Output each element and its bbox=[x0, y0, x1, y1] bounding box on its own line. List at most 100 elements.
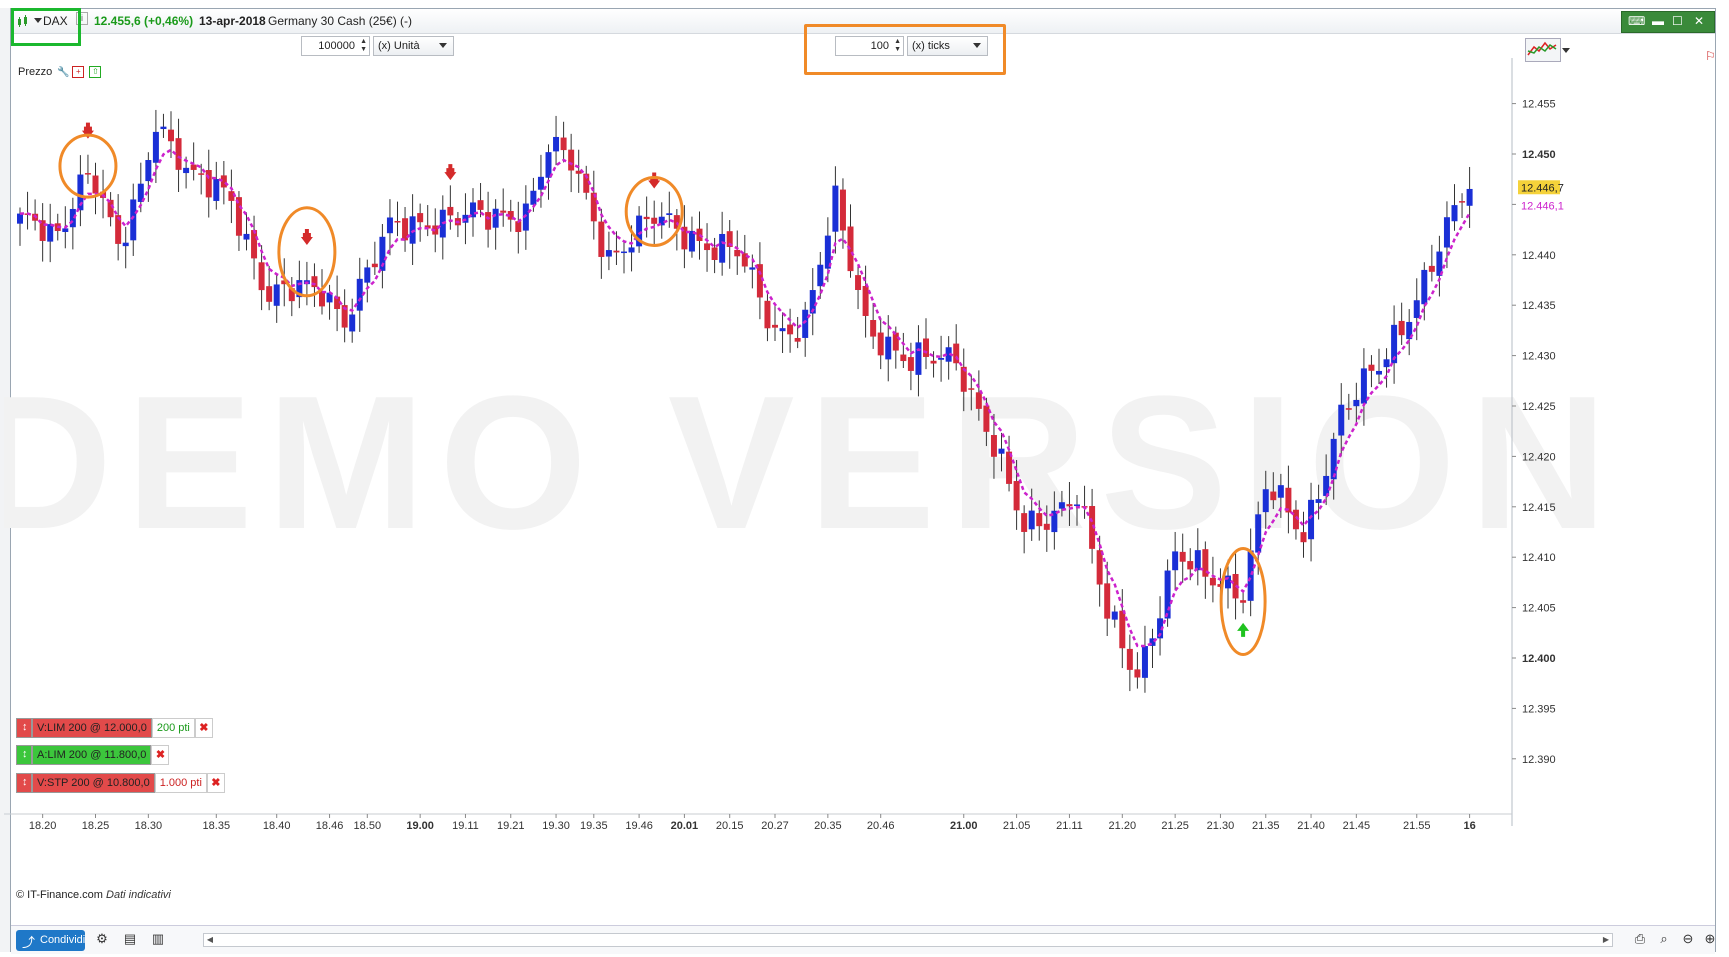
candle-body bbox=[1247, 550, 1254, 601]
chevron-down-icon bbox=[439, 43, 447, 48]
order-label[interactable]: V:LIM 200 @ 12.000,0 bbox=[32, 718, 152, 738]
x-tick-label: 20.35 bbox=[814, 820, 842, 832]
candle-body bbox=[251, 230, 258, 259]
x-tick-label: 21.25 bbox=[1161, 820, 1189, 832]
candle-body bbox=[386, 217, 393, 234]
y-tick-label: 12.405 bbox=[1522, 603, 1556, 615]
cancel-order-icon[interactable]: ✖ bbox=[206, 773, 225, 793]
candle-body bbox=[598, 221, 605, 257]
candle-body bbox=[907, 357, 914, 371]
price-chart[interactable]: DEMO VERSION 12.45512.45012.44512.44012.… bbox=[4, 58, 1702, 914]
sell-signal-arrow bbox=[648, 172, 661, 189]
candle-body bbox=[447, 206, 454, 216]
candle-body bbox=[983, 405, 990, 432]
candle-body bbox=[1308, 499, 1315, 540]
chevron-down-icon[interactable] bbox=[1562, 48, 1570, 53]
candle-body bbox=[1240, 600, 1247, 603]
close-icon[interactable]: ✕ bbox=[1694, 14, 1704, 28]
sell-signal-arrow bbox=[444, 164, 457, 181]
y-tick-label: 12.435 bbox=[1522, 300, 1556, 312]
keyboard-icon[interactable]: ⌨ bbox=[1628, 14, 1645, 28]
x-tick-label: 16 bbox=[1463, 820, 1475, 832]
order-label[interactable]: A:LIM 200 @ 11.800,0 bbox=[32, 745, 152, 765]
chart-style-icon[interactable]: ▥ bbox=[149, 931, 167, 949]
candle-body bbox=[537, 176, 544, 190]
candle-body bbox=[1338, 404, 1345, 436]
cancel-order-icon[interactable]: ✖ bbox=[194, 718, 213, 738]
candle-body bbox=[1126, 648, 1133, 670]
calculator-icon[interactable]: ▤ bbox=[121, 931, 139, 949]
candle-body bbox=[1398, 320, 1405, 336]
scroll-right-icon[interactable]: ▶ bbox=[1600, 934, 1612, 946]
candle-body bbox=[1360, 368, 1367, 404]
zoom-out-icon[interactable]: ⊖ bbox=[1679, 931, 1697, 949]
stepper-arrows-icon[interactable]: ▲ ▼ bbox=[360, 38, 367, 54]
y-tick-label: 12.390 bbox=[1522, 754, 1556, 766]
candle-body bbox=[779, 328, 786, 332]
drag-handle-icon[interactable]: ↕ bbox=[16, 718, 32, 738]
bottom-toolbar: ⤴ Condividi ⚙ ▤ ▥ ◀ ▶ ⎙ ⌕ ⊖ ⊕ bbox=[11, 925, 1715, 954]
candle-body bbox=[794, 337, 801, 342]
candle-body bbox=[1179, 551, 1186, 562]
wrench-icon[interactable]: 🔧 bbox=[57, 67, 69, 78]
x-tick-label: 18.46 bbox=[316, 820, 344, 832]
candle-body bbox=[84, 173, 91, 175]
expand-panel-icon[interactable]: ⇧ bbox=[89, 66, 102, 79]
x-tick-label: 21.05 bbox=[1003, 820, 1031, 832]
candle-body bbox=[1315, 499, 1322, 503]
candle-body bbox=[530, 190, 537, 205]
zoom-in-icon[interactable]: ⊕ bbox=[1701, 931, 1719, 949]
price-change: 12.455,6 (+0,46%) bbox=[94, 14, 194, 28]
share-button[interactable]: ⤴ Condividi bbox=[16, 930, 85, 951]
units-dropdown[interactable]: (x) Unità bbox=[373, 36, 454, 56]
x-tick-label: 21.20 bbox=[1109, 820, 1137, 832]
candle-body bbox=[160, 126, 167, 130]
y-tick-label: 12.450 bbox=[1522, 149, 1556, 161]
candle-body bbox=[1270, 491, 1277, 501]
units-stepper[interactable]: 100000 ▲ ▼ bbox=[301, 36, 370, 56]
add-indicator-icon[interactable]: + bbox=[72, 66, 85, 79]
candle-body bbox=[1134, 669, 1141, 678]
drag-handle-icon[interactable]: ↕ bbox=[16, 773, 32, 793]
candle-body bbox=[1043, 523, 1050, 530]
units-value: 100000 bbox=[318, 40, 355, 52]
horizontal-scrollbar[interactable]: ◀ ▶ bbox=[203, 933, 1613, 947]
settings-icon[interactable]: ⚙ bbox=[93, 931, 111, 949]
candle-body bbox=[1021, 513, 1028, 532]
candle-body bbox=[477, 200, 484, 210]
y-tick-label: 12.430 bbox=[1522, 351, 1556, 363]
maximize-icon[interactable]: ☐ bbox=[1672, 14, 1683, 28]
footer-note: © IT-Finance.com Dati indicativi bbox=[16, 889, 171, 901]
x-tick-label: 18.20 bbox=[29, 820, 57, 832]
candle-body bbox=[990, 435, 997, 457]
candle-body bbox=[1330, 438, 1337, 480]
flag-icon[interactable]: ⚐ bbox=[1705, 49, 1716, 63]
candle-body bbox=[930, 360, 937, 364]
scroll-left-icon[interactable]: ◀ bbox=[204, 934, 216, 946]
candle-body bbox=[273, 284, 280, 306]
window-controls: ⌨ ▬ ☐ ✕ bbox=[1621, 11, 1715, 33]
candle-body bbox=[364, 267, 371, 283]
candle-body bbox=[183, 167, 190, 174]
candle-body bbox=[1104, 583, 1111, 619]
candle-body bbox=[1323, 475, 1330, 496]
y-tick-label: 12.440 bbox=[1522, 250, 1556, 262]
screenshot-icon[interactable]: ⎙ bbox=[1631, 931, 1649, 949]
cancel-order-icon[interactable]: ✖ bbox=[151, 745, 170, 765]
x-tick-label: 21.11 bbox=[1056, 820, 1083, 832]
candle-body bbox=[915, 342, 922, 375]
candle-body bbox=[1383, 359, 1390, 368]
candle-body bbox=[17, 213, 23, 224]
order-label[interactable]: V:STP 200 @ 10.800,0 bbox=[32, 773, 155, 793]
x-tick-label: 19.11 bbox=[452, 820, 479, 832]
candle-body bbox=[787, 324, 794, 335]
candle-body bbox=[1058, 502, 1065, 509]
minimize-icon[interactable]: ▬ bbox=[1652, 14, 1664, 28]
x-tick-label: 21.30 bbox=[1207, 820, 1235, 832]
candle-body bbox=[1277, 485, 1284, 498]
date-label: 13-apr-2018 bbox=[199, 14, 266, 28]
candle-body bbox=[152, 131, 159, 163]
y-tick-label: 12.425 bbox=[1522, 401, 1556, 413]
zoom-fit-icon[interactable]: ⌕ bbox=[1655, 931, 1673, 949]
drag-handle-icon[interactable]: ↕ bbox=[16, 745, 32, 765]
